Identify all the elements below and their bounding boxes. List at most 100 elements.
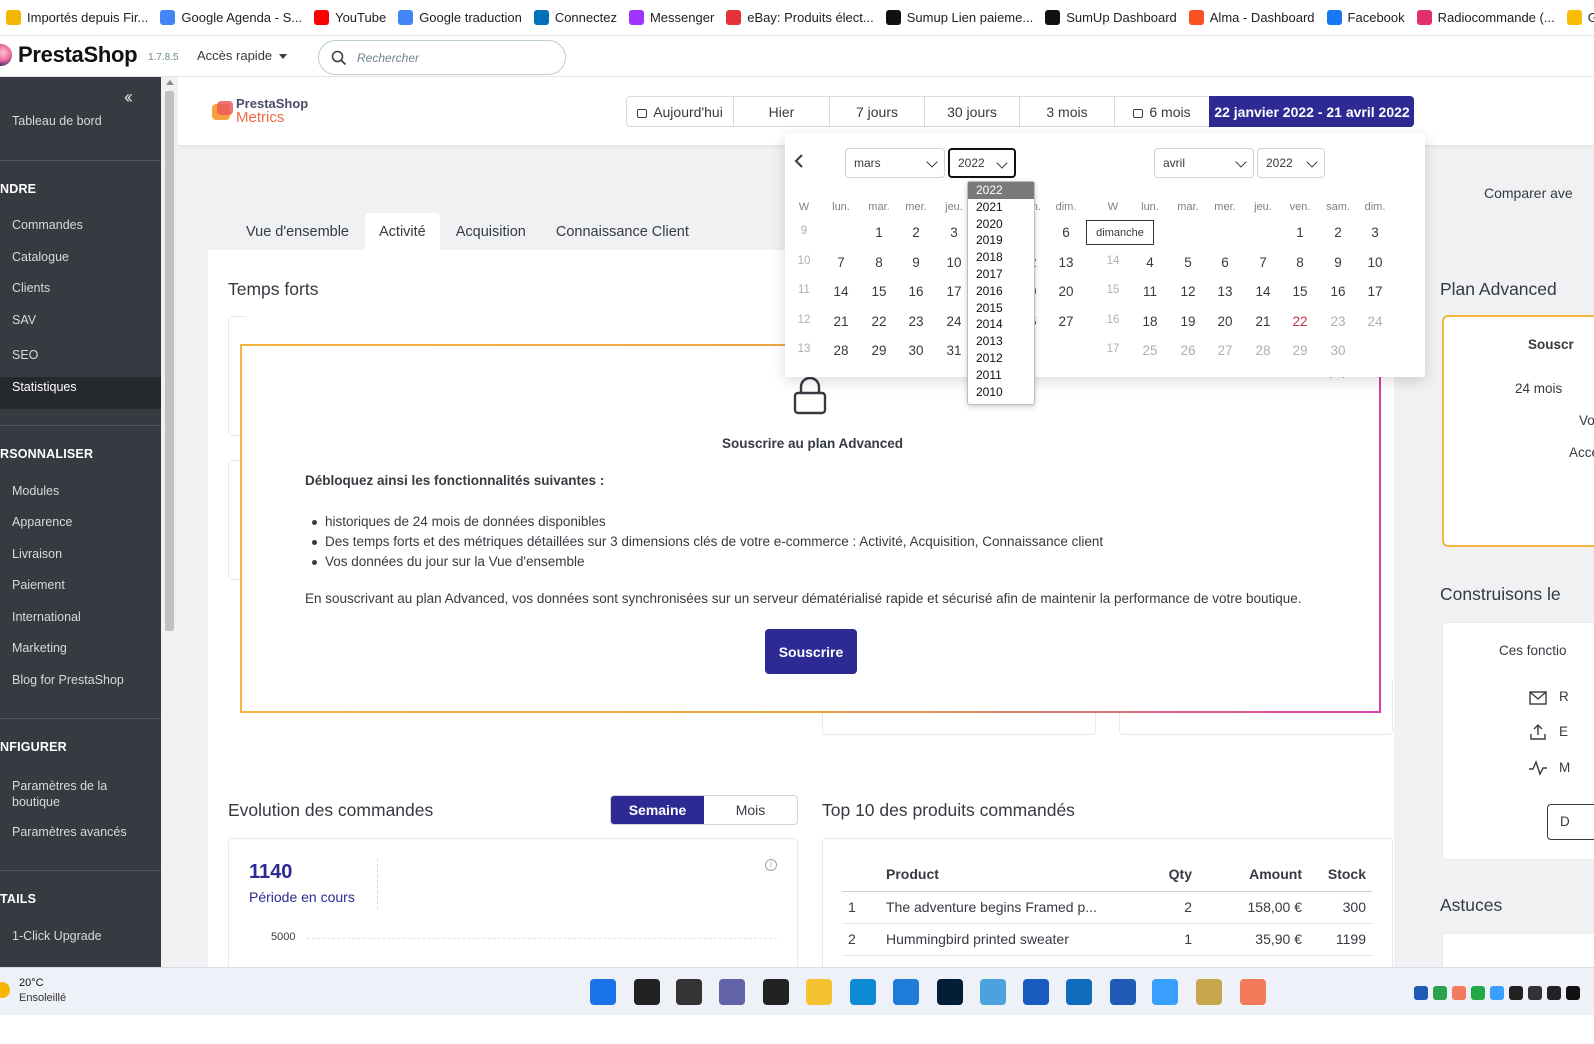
year-option[interactable]: 2017: [968, 266, 1034, 283]
year-option[interactable]: 2016: [968, 283, 1034, 300]
scroll-up-icon[interactable]: [166, 80, 174, 85]
year-option[interactable]: 2018: [968, 249, 1034, 266]
calendar-day[interactable]: 21: [822, 314, 860, 329]
sidebar-item[interactable]: Modules: [12, 484, 59, 498]
sidebar-item[interactable]: Blog for PrestaShop: [12, 673, 124, 687]
calendar-day[interactable]: 18: [1131, 314, 1169, 329]
calendar-day[interactable]: 30: [1319, 343, 1357, 358]
calendar-day[interactable]: 6: [1206, 255, 1244, 270]
bookmark-item[interactable]: Google Agenda - S...: [160, 10, 302, 25]
sidebar-item[interactable]: SEO: [12, 348, 38, 362]
calendar-day[interactable]: 25: [1131, 343, 1169, 358]
range-button[interactable]: 3 mois: [1019, 96, 1114, 127]
tray-icon[interactable]: [1452, 986, 1466, 1000]
range-button[interactable]: 7 jours: [829, 96, 924, 127]
year-option[interactable]: 2010: [968, 384, 1034, 401]
sidebar-item[interactable]: Catalogue: [12, 250, 69, 264]
sidebar-item[interactable]: Clients: [12, 281, 50, 295]
calendar-day[interactable]: 16: [897, 284, 935, 299]
tray-icon[interactable]: [1490, 986, 1504, 1000]
range-button[interactable]: 6 mois: [1114, 96, 1209, 127]
calendar-day[interactable]: 20: [1047, 284, 1085, 299]
year-option[interactable]: 2022: [968, 182, 1034, 199]
year-option[interactable]: 2013: [968, 333, 1034, 350]
sidebar-item[interactable]: Apparence: [12, 515, 72, 529]
scrollbar-thumb[interactable]: [165, 91, 174, 631]
toggle-week[interactable]: Semaine: [611, 796, 704, 824]
calendar-day[interactable]: 9: [1319, 255, 1357, 270]
calendar-day[interactable]: 14: [1244, 284, 1282, 299]
outlook-icon[interactable]: [1066, 979, 1092, 1005]
tray-icon[interactable]: [1509, 986, 1523, 1000]
bookmark-item[interactable]: Importés depuis Fir...: [6, 10, 148, 25]
calendar-day[interactable]: 19: [1169, 314, 1207, 329]
calendar-day[interactable]: 8: [860, 255, 898, 270]
calendar-day[interactable]: 3: [1356, 225, 1394, 240]
sidebar-item[interactable]: Paiement: [12, 578, 65, 592]
discover-button[interactable]: D: [1547, 804, 1594, 840]
calendar-day[interactable]: 4: [1131, 255, 1169, 270]
calendar-day[interactable]: 27: [1206, 343, 1244, 358]
info-icon[interactable]: i: [765, 859, 777, 871]
year-option[interactable]: 2021: [968, 199, 1034, 216]
toggle-month[interactable]: Mois: [704, 796, 797, 824]
edge-icon[interactable]: [850, 979, 876, 1005]
calendar-day[interactable]: 15: [860, 284, 898, 299]
calendar-day[interactable]: 26: [1169, 343, 1207, 358]
sidebar-item[interactable]: Livraison: [12, 547, 62, 561]
calendar-day[interactable]: 22: [860, 314, 898, 329]
bookmark-item[interactable]: Google A: [1566, 10, 1594, 25]
widget-icon[interactable]: [763, 979, 789, 1005]
sidebar-item[interactable]: 1-Click Upgrade: [12, 929, 102, 943]
calendar-day[interactable]: 29: [1281, 343, 1319, 358]
bookmark-item[interactable]: Connectez: [533, 10, 617, 25]
sidebar-item[interactable]: Marketing: [12, 641, 67, 655]
calendar-day[interactable]: 9: [897, 255, 935, 270]
calendar-day[interactable]: 30: [897, 343, 935, 358]
right-month-select[interactable]: avril: [1154, 148, 1254, 178]
sidebar-item[interactable]: Commandes: [12, 218, 83, 232]
calendar-day[interactable]: 23: [897, 314, 935, 329]
sidebar-item[interactable]: Statistiques: [12, 380, 77, 394]
file-explorer-icon[interactable]: [806, 979, 832, 1005]
tray-icon[interactable]: [1433, 986, 1447, 1000]
year-option[interactable]: 2011: [968, 367, 1034, 384]
left-month-select[interactable]: mars: [845, 148, 945, 178]
search-icon[interactable]: [634, 979, 660, 1005]
calendar-day[interactable]: 17: [1356, 284, 1394, 299]
calendar-day[interactable]: 1: [860, 225, 898, 240]
calendar-day[interactable]: 13: [1206, 284, 1244, 299]
word-icon[interactable]: [1023, 979, 1049, 1005]
year-option[interactable]: 2014: [968, 316, 1034, 333]
calendar-day[interactable]: 23: [1319, 314, 1357, 329]
year-option[interactable]: 2012: [968, 350, 1034, 367]
bookmark-item[interactable]: Alma - Dashboard: [1188, 10, 1315, 25]
stats-tab[interactable]: Activité: [365, 213, 440, 251]
calendar-day[interactable]: 22: [1281, 314, 1319, 329]
calendar-day[interactable]: 21: [1244, 314, 1282, 329]
tray-icon[interactable]: [1528, 986, 1542, 1000]
left-year-select[interactable]: 2022: [948, 148, 1016, 178]
range-button[interactable]: Aujourd'hui: [626, 96, 733, 127]
range-button[interactable]: 30 jours: [924, 96, 1019, 127]
calendar-day[interactable]: 2: [897, 225, 935, 240]
tray-icon[interactable]: [1566, 986, 1580, 1000]
calendar-day[interactable]: 28: [822, 343, 860, 358]
calendar-day[interactable]: 20: [1206, 314, 1244, 329]
task-view-icon[interactable]: [676, 979, 702, 1005]
collapse-sidebar-icon[interactable]: ‹‹: [124, 87, 133, 108]
calendar-day[interactable]: 27: [1047, 314, 1085, 329]
calendar-day[interactable]: 24: [1356, 314, 1394, 329]
bookmark-item[interactable]: Radiocommande (...: [1416, 10, 1555, 25]
calendar-day[interactable]: 13: [1047, 255, 1085, 270]
stats-tab[interactable]: Vue d'ensemble: [211, 213, 363, 251]
tray-icon[interactable]: [1414, 986, 1428, 1000]
range-button[interactable]: 22 janvier 2022 - 21 avril 2022: [1209, 96, 1414, 127]
stats-tab[interactable]: Connaissance Client: [542, 213, 703, 251]
calendar-day[interactable]: 12: [1169, 284, 1207, 299]
network-icon[interactable]: [980, 979, 1006, 1005]
stats-tab[interactable]: Acquisition: [442, 213, 540, 251]
right-year-select[interactable]: 2022: [1257, 148, 1325, 178]
store-icon[interactable]: [893, 979, 919, 1005]
quick-access-menu[interactable]: Accès rapide: [197, 48, 287, 63]
